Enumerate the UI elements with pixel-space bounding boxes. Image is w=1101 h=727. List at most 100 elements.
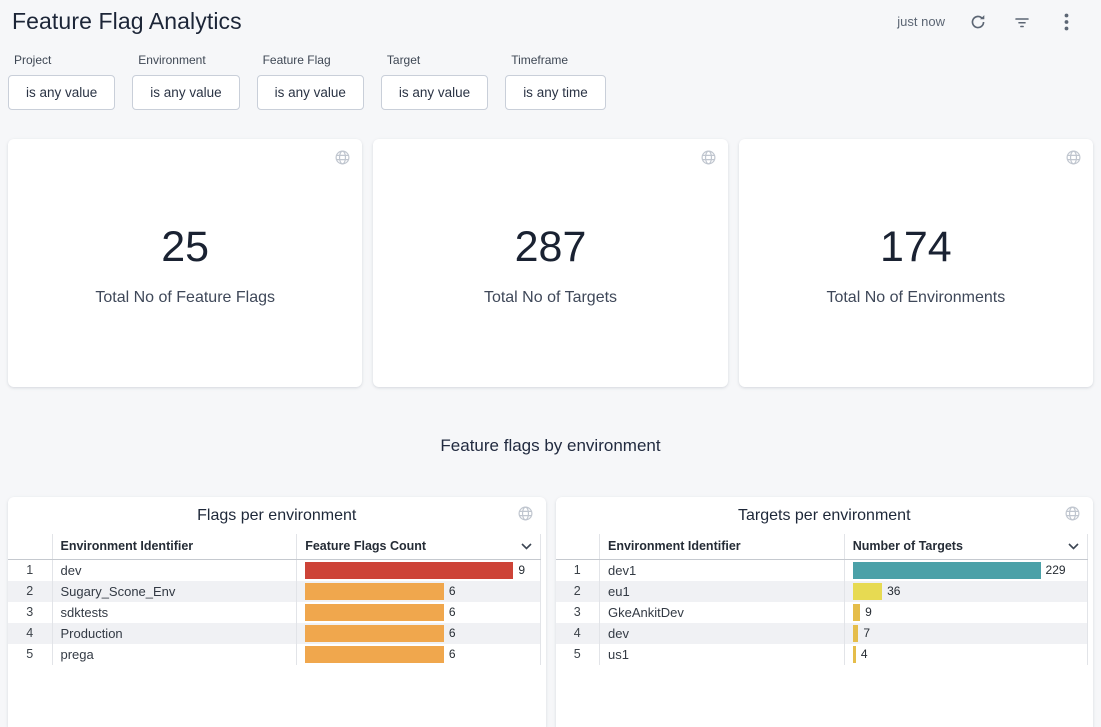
bar-value-label: 6 <box>449 584 456 598</box>
column-header[interactable] <box>8 534 52 560</box>
header-controls: just now <box>897 11 1077 33</box>
stat-card-environments: 174 Total No of Environments <box>739 139 1093 387</box>
environment-identifier-cell: sdktests <box>52 602 297 623</box>
filter-environment-value-button[interactable]: is any value <box>132 75 239 110</box>
chart-title: Flags per environment <box>8 507 546 525</box>
filter-feature-flag-value-button[interactable]: is any value <box>257 75 364 110</box>
environment-identifier-cell: prega <box>52 644 297 665</box>
stat-label: Total No of Feature Flags <box>95 289 275 307</box>
dashboard-page: Feature Flag Analytics just now Pr <box>0 0 1101 727</box>
row-index: 4 <box>8 623 52 644</box>
environment-identifier-cell: GkeAnkitDev <box>600 602 845 623</box>
filter-label: Feature Flag <box>263 53 364 67</box>
row-index: 3 <box>8 602 52 623</box>
stat-card-feature-flags: 25 Total No of Feature Flags <box>8 139 362 387</box>
globe-icon <box>1065 149 1082 166</box>
column-header-value[interactable]: Feature Flags Count <box>297 534 540 560</box>
filter-timeframe: Timeframe is any time <box>505 53 606 110</box>
filter-timeframe-value-button[interactable]: is any time <box>505 75 606 110</box>
environment-identifier-cell: eu1 <box>600 581 845 602</box>
row-index: 1 <box>8 560 52 581</box>
table-row[interactable]: 1dev1229 <box>556 560 1088 581</box>
stat-value: 287 <box>484 223 617 272</box>
value-bar-cell: 9 <box>297 560 540 581</box>
dashboard-header: Feature Flag Analytics just now <box>8 0 1093 38</box>
chevron-down-icon[interactable] <box>1068 543 1079 550</box>
environment-identifier-cell: Sugary_Scone_Env <box>52 581 297 602</box>
environment-identifier-cell: Production <box>52 623 297 644</box>
value-bar-cell: 36 <box>844 581 1087 602</box>
table-row[interactable]: 3sdktests 6 <box>8 602 540 623</box>
bar-value-label: 6 <box>449 626 456 640</box>
bar-value-label: 4 <box>861 647 868 661</box>
page-title: Feature Flag Analytics <box>12 8 242 35</box>
stat-card-targets: 287 Total No of Targets <box>373 139 727 387</box>
value-bar <box>305 583 444 600</box>
row-index: 3 <box>556 602 600 623</box>
value-bar-cell: 4 <box>844 644 1087 665</box>
table-row[interactable]: 5us14 <box>556 644 1088 665</box>
bar-value-label: 7 <box>863 626 870 640</box>
kebab-menu-icon <box>1064 13 1069 31</box>
environment-identifier-cell: dev <box>600 623 845 644</box>
filter-label: Timeframe <box>511 53 606 67</box>
value-bar <box>305 646 444 663</box>
value-bar-cell: 7 <box>844 623 1087 644</box>
bar-value-label: 9 <box>518 563 525 577</box>
flags-per-environment-table: Environment IdentifierFeature Flags Coun… <box>8 534 541 665</box>
filter-environment: Environment is any value <box>132 53 239 110</box>
filter-target: Target is any value <box>381 53 488 110</box>
chevron-down-icon[interactable] <box>521 543 532 550</box>
table-row[interactable]: 2eu136 <box>556 581 1088 602</box>
section-title: Feature flags by environment <box>8 436 1093 456</box>
value-bar <box>305 562 513 579</box>
row-index: 5 <box>8 644 52 665</box>
value-bar <box>853 625 859 642</box>
filter-target-value-button[interactable]: is any value <box>381 75 488 110</box>
table-row[interactable]: 5prega6 <box>8 644 540 665</box>
column-header[interactable] <box>556 534 600 560</box>
filter-icon <box>1013 13 1031 31</box>
filter-project-value-button[interactable]: is any value <box>8 75 115 110</box>
table-row[interactable]: 3GkeAnkitDev 9 <box>556 602 1088 623</box>
table-row[interactable]: 2Sugary_Scone_Env 6 <box>8 581 540 602</box>
globe-icon <box>700 149 717 166</box>
filter-label: Environment <box>138 53 239 67</box>
value-bar-cell: 6 <box>297 581 540 602</box>
bar-value-label: 36 <box>887 584 900 598</box>
filter-feature-flag: Feature Flag is any value <box>257 53 364 110</box>
filters-toggle-button[interactable] <box>1011 11 1033 33</box>
stat-label: Total No of Targets <box>484 289 617 307</box>
table-card-targets-per-environment: Targets per environment Environment Iden… <box>556 497 1094 727</box>
environment-identifier-cell: dev1 <box>600 560 845 581</box>
value-bar-cell: 6 <box>297 602 540 623</box>
globe-icon <box>1064 505 1081 522</box>
refresh-button[interactable] <box>967 11 989 33</box>
value-bar-cell: 229 <box>844 560 1087 581</box>
value-bar <box>853 604 860 621</box>
environment-identifier-cell: dev <box>52 560 297 581</box>
value-bar <box>853 583 882 600</box>
value-bar-cell: 9 <box>844 602 1087 623</box>
column-header-value[interactable]: Number of Targets <box>844 534 1087 560</box>
row-index: 2 <box>8 581 52 602</box>
bar-value-label: 9 <box>865 605 872 619</box>
row-index: 4 <box>556 623 600 644</box>
stat-cards-row: 25 Total No of Feature Flags 287 Total N… <box>8 139 1093 387</box>
value-bar-cell: 6 <box>297 623 540 644</box>
filter-label: Target <box>387 53 488 67</box>
bar-value-label: 229 <box>1046 563 1066 577</box>
value-bar-cell: 6 <box>297 644 540 665</box>
table-card-flags-per-environment: Flags per environment Environment Identi… <box>8 497 546 727</box>
globe-icon <box>517 505 534 522</box>
table-row[interactable]: 4dev 7 <box>556 623 1088 644</box>
table-row[interactable]: 4Production 6 <box>8 623 540 644</box>
column-header[interactable]: Environment Identifier <box>52 534 297 560</box>
table-header-row: Environment IdentifierFeature Flags Coun… <box>8 534 540 560</box>
value-bar <box>305 604 444 621</box>
filter-label: Project <box>14 53 115 67</box>
table-row[interactable]: 1dev 9 <box>8 560 540 581</box>
more-menu-button[interactable] <box>1055 11 1077 33</box>
column-header[interactable]: Environment Identifier <box>600 534 845 560</box>
bar-value-label: 6 <box>449 605 456 619</box>
